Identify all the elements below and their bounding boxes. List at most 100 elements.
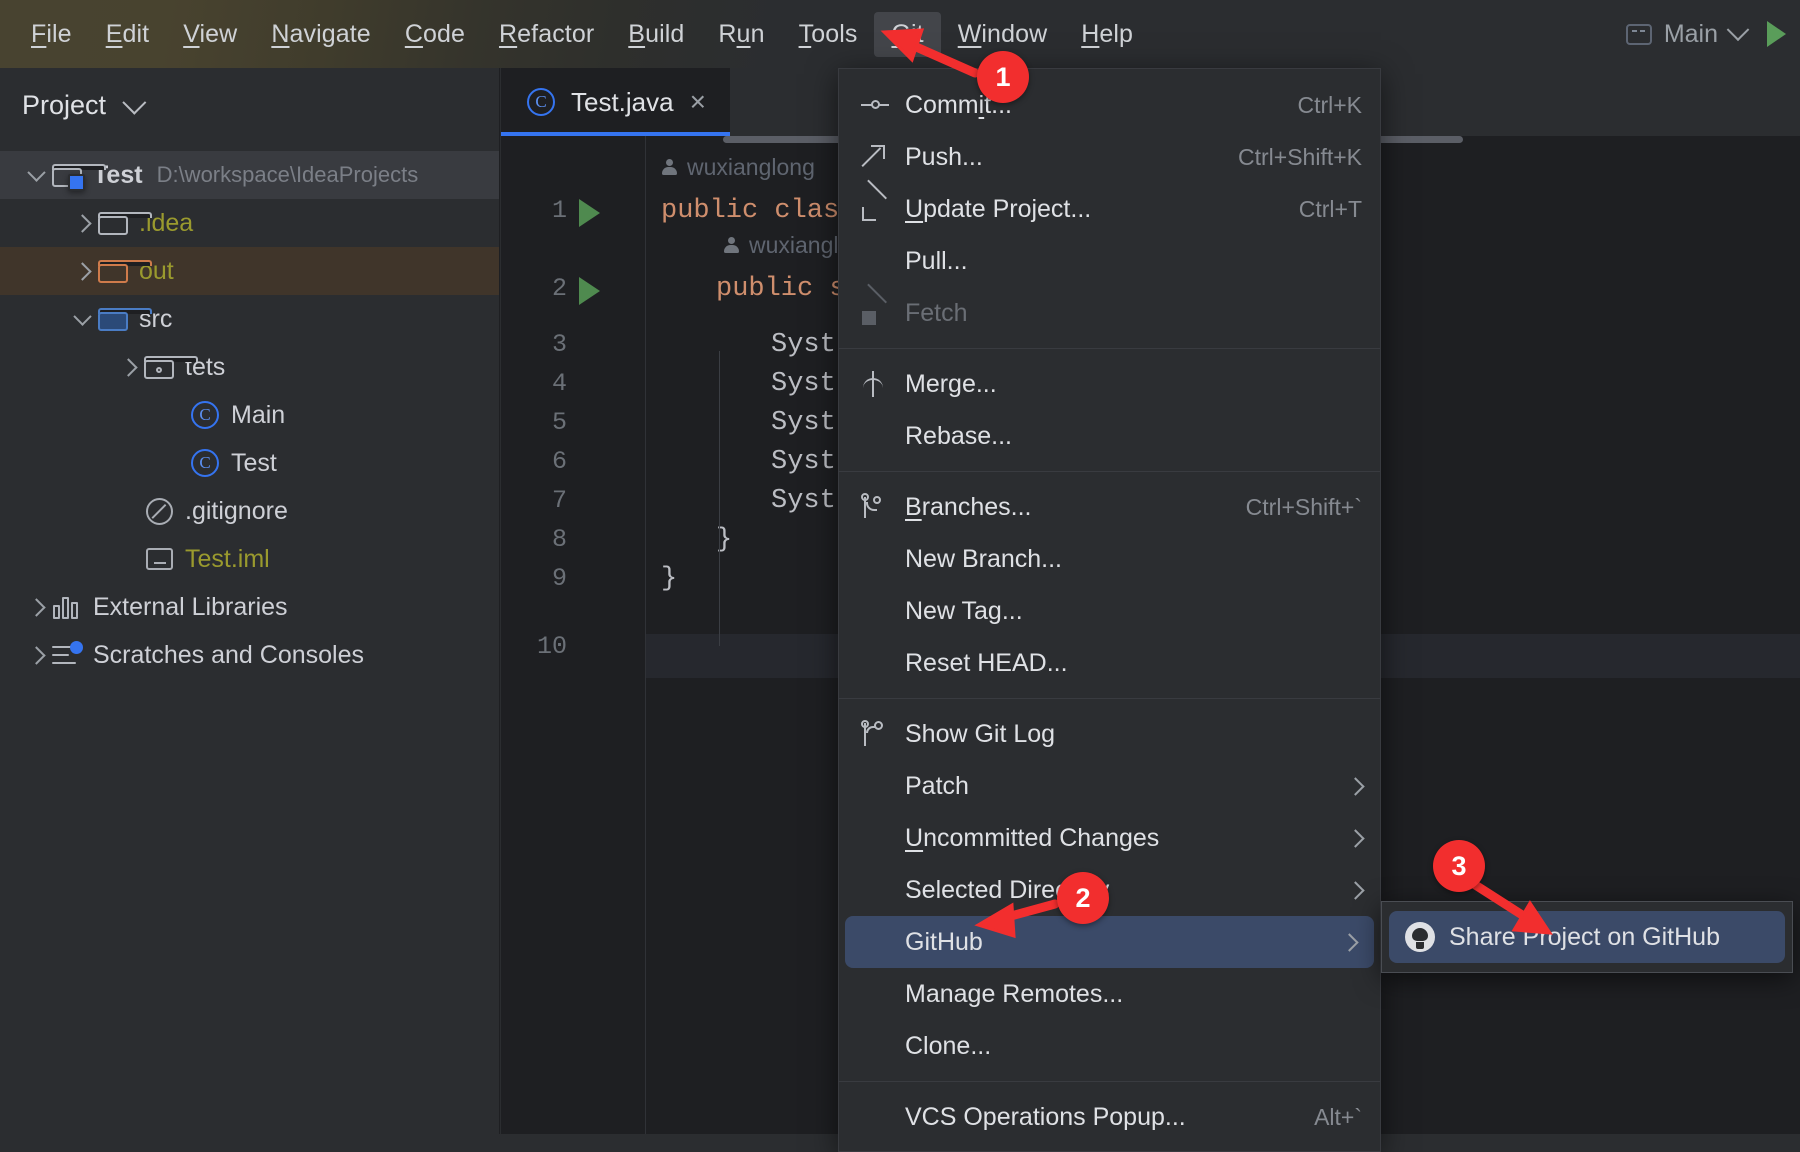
run-gutter-icon[interactable] <box>579 199 600 227</box>
run-icon[interactable] <box>1767 21 1786 47</box>
folder-icon <box>96 206 152 240</box>
gutter-line-number: 9 <box>551 564 567 593</box>
menu-item-selected-directory[interactable]: Selected Directory <box>839 864 1380 916</box>
menu-item-uncommitted-changes[interactable]: Uncommitted Changes <box>839 812 1380 864</box>
person-icon <box>723 237 740 254</box>
menu-item-pull[interactable]: Pull... <box>839 235 1380 287</box>
chevron-right-icon[interactable] <box>114 353 142 381</box>
gutter-line-number: 6 <box>551 447 567 476</box>
update-project-icon <box>861 196 895 222</box>
inline-author-annotation: wuxianglong <box>661 154 815 181</box>
menu-item-label: New Tag... <box>905 596 1023 625</box>
callout-badge-3: 3 <box>1433 840 1485 892</box>
menu-item-merge[interactable]: Merge... <box>839 358 1380 410</box>
tree-node-test-iml[interactable]: Test.iml <box>0 535 499 583</box>
menu-item-fetch: Fetch <box>839 287 1380 339</box>
person-icon <box>661 159 678 176</box>
tree-node-test[interactable]: Test D:\workspace\IdeaProjects <box>0 151 499 199</box>
menu-bar-item-view[interactable]: View <box>166 12 254 57</box>
menu-bar-item-file[interactable]: File <box>14 12 89 57</box>
menu-item-patch[interactable]: Patch <box>839 760 1380 812</box>
menu-bar-item-refactor[interactable]: Refactor <box>482 12 611 57</box>
git-menu-popup: Commit... Ctrl+K Push... Ctrl+Shift+K Update… <box>838 68 1381 1152</box>
menu-item-branches[interactable]: Branches... Ctrl+Shift+` <box>839 481 1380 533</box>
gutter-line-number: 5 <box>551 408 567 437</box>
menu-item-reset-head[interactable]: Reset HEAD... <box>839 637 1380 689</box>
menu-item-label: Clone... <box>905 1031 992 1060</box>
chevron-right-icon[interactable] <box>22 593 50 621</box>
menu-item-vcs-operations-popup[interactable]: VCS Operations Popup... Alt+` <box>839 1091 1380 1143</box>
menu-item-shortcut: Ctrl+K <box>1297 91 1362 118</box>
git-log-icon <box>861 720 895 748</box>
chevron-down-icon[interactable] <box>22 161 50 189</box>
chevron-down-icon <box>1726 18 1750 42</box>
tree-node-src[interactable]: src <box>0 295 499 343</box>
gutter-line-number: 4 <box>551 369 567 398</box>
menu-bar-item-help[interactable]: Help <box>1064 12 1150 57</box>
run-gutter-icon[interactable] <box>579 277 600 305</box>
editor-gutter[interactable]: 1 2 3 4 5 6 7 8 9 10 <box>501 136 646 1134</box>
close-icon[interactable]: × <box>690 88 706 116</box>
gitignore-icon <box>142 494 176 528</box>
fetch-icon <box>861 300 895 326</box>
tree-node-scratches-and-consoles[interactable]: Scratches and Consoles <box>0 631 499 679</box>
tree-node--gitignore[interactable]: .gitignore <box>0 487 499 535</box>
chevron-down-icon[interactable] <box>122 90 147 115</box>
chevron-right-icon[interactable] <box>68 209 96 237</box>
menu-item-shortcut: Ctrl+T <box>1298 195 1362 222</box>
menu-bar-item-tools[interactable]: Tools <box>782 12 875 57</box>
java-class-icon: C <box>527 88 555 116</box>
menu-item-label: Rebase... <box>905 421 1013 450</box>
tree-node-test[interactable]: C Test <box>0 439 499 487</box>
github-submenu-popup: Share Project on GitHub <box>1381 901 1793 973</box>
menu-item-share-project-on-github[interactable]: Share Project on GitHub <box>1389 911 1785 963</box>
tab-test-java[interactable]: C Test.java × <box>501 68 730 136</box>
code-line-6: Syst <box>771 447 836 477</box>
menu-item-update-project[interactable]: Update Project... Ctrl+T <box>839 183 1380 235</box>
menu-bar-item-code[interactable]: Code <box>388 12 482 57</box>
menu-item-new-tag[interactable]: New Tag... <box>839 585 1380 637</box>
tree-node-external-libraries[interactable]: External Libraries <box>0 583 499 631</box>
push-icon <box>861 144 895 170</box>
menu-separator <box>839 348 1380 349</box>
gutter-separator <box>645 136 646 1134</box>
menu-item-new-branch[interactable]: New Branch... <box>839 533 1380 585</box>
menu-bar-item-edit[interactable]: Edit <box>89 12 167 57</box>
menu-item-github[interactable]: GitHub <box>845 916 1374 968</box>
project-panel-header[interactable]: Project <box>0 68 499 143</box>
menu-item-label: VCS Operations Popup... <box>905 1102 1186 1131</box>
menu-item-commit[interactable]: Commit... Ctrl+K <box>839 79 1380 131</box>
menu-item-show-git-log[interactable]: Show Git Log <box>839 708 1380 760</box>
project-tree: Test D:\workspace\IdeaProjects .idea out src… <box>0 151 499 679</box>
libraries-icon <box>50 590 84 624</box>
tree-node--idea[interactable]: .idea <box>0 199 499 247</box>
menu-bar-item-navigate[interactable]: Navigate <box>254 12 387 57</box>
menu-bar-item-build[interactable]: Build <box>611 12 701 57</box>
chevron-right-icon[interactable] <box>22 641 50 669</box>
chevron-right-icon[interactable] <box>68 257 96 285</box>
menu-bar-item-git[interactable]: Git <box>874 11 941 57</box>
chevron-down-icon[interactable] <box>68 305 96 333</box>
tree-node-tets[interactable]: tets <box>0 343 499 391</box>
menu-item-label: Manage Remotes... <box>905 979 1124 1008</box>
menu-item-push[interactable]: Push... Ctrl+Shift+K <box>839 131 1380 183</box>
run-config-selector[interactable]: Main <box>1618 16 1754 53</box>
github-icon <box>1405 922 1439 952</box>
tree-node-main[interactable]: C Main <box>0 391 499 439</box>
menu-item-shortcut: Ctrl+Shift+K <box>1238 143 1362 170</box>
menu-bar-items: File Edit View Navigate Code Refactor Build Run… <box>0 11 1150 57</box>
menu-bar-item-run[interactable]: Run <box>701 12 781 57</box>
menu-item-rebase[interactable]: Rebase... <box>839 410 1380 462</box>
tree-node-label: Main <box>231 400 286 429</box>
menu-item-label: Commit... <box>905 90 1012 119</box>
menu-item-label: Push... <box>905 142 983 171</box>
tree-node-label: Scratches and Consoles <box>93 640 364 669</box>
java-class-icon: C <box>188 398 222 432</box>
menu-bar: File Edit View Navigate Code Refactor Build Run… <box>0 0 1800 68</box>
tree-node-out[interactable]: out <box>0 247 499 295</box>
menu-bar-item-window[interactable]: Window <box>941 12 1065 57</box>
menu-item-clone[interactable]: Clone... <box>839 1020 1380 1072</box>
menu-item-manage-remotes[interactable]: Manage Remotes... <box>839 968 1380 1020</box>
